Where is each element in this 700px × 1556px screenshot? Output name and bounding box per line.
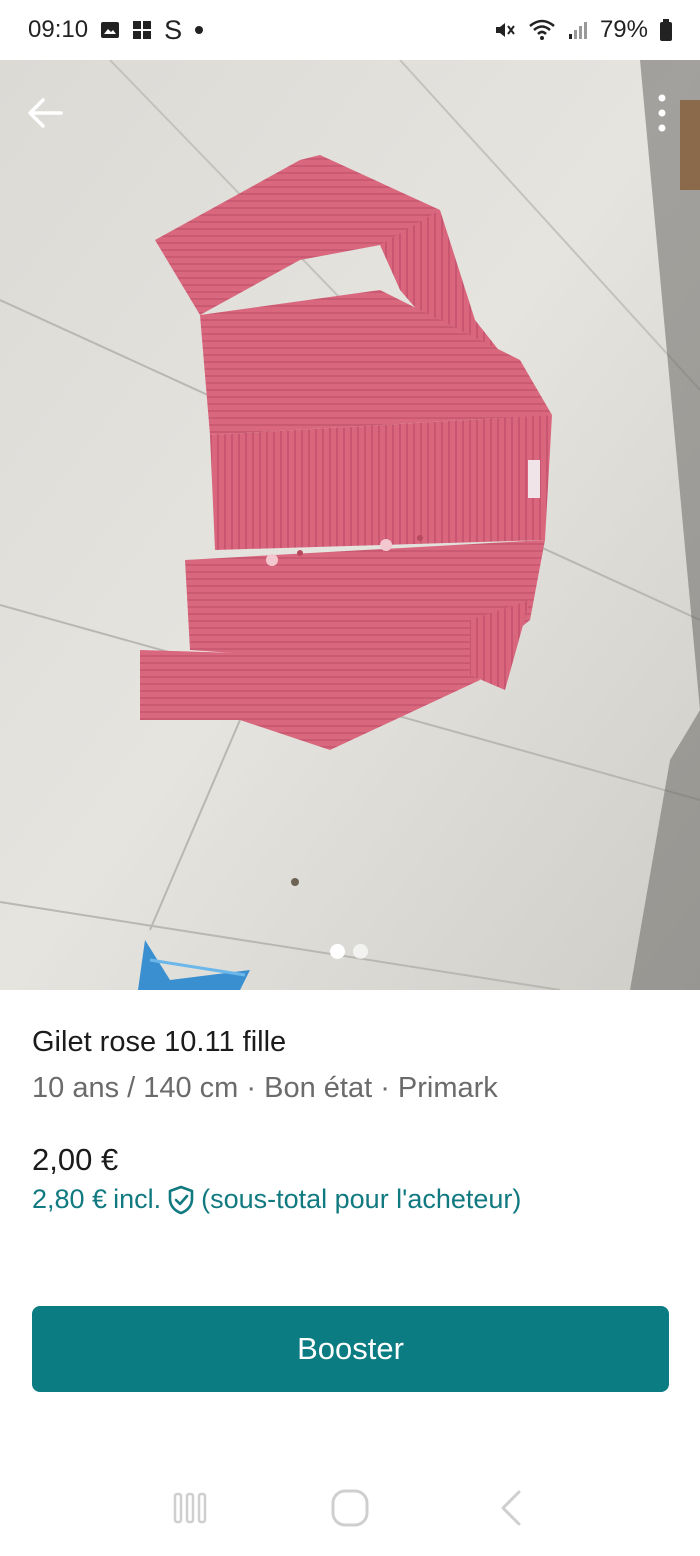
back-button[interactable] xyxy=(22,90,68,136)
battery-percent: 79% xyxy=(599,16,648,43)
carousel-dot-2[interactable] xyxy=(353,944,368,959)
status-right: 79% xyxy=(494,16,672,44)
item-meta: 10 ans / 140 cm · Bon état · Primark xyxy=(32,1072,498,1104)
price-incl-note: (sous-total pour l'acheteur) xyxy=(201,1184,522,1214)
carousel-indicator xyxy=(330,944,368,959)
buyer-protection-price[interactable]: 2,80 € incl. (sous-total pour l'acheteur… xyxy=(32,1184,521,1215)
notification-dot-icon xyxy=(194,25,204,35)
boost-button[interactable]: Booster xyxy=(32,1306,669,1392)
signal-icon xyxy=(568,20,588,40)
recent-apps-icon xyxy=(173,1492,207,1524)
arrow-left-icon xyxy=(28,98,63,128)
battery-icon xyxy=(660,19,672,41)
carousel-dot-1[interactable] xyxy=(330,944,345,959)
back-chevron-icon xyxy=(501,1490,521,1526)
item-price: 2,00 € xyxy=(32,1142,119,1177)
more-vertical-icon xyxy=(658,94,666,132)
item-photo-carousel[interactable] xyxy=(0,60,700,990)
recent-apps-button[interactable] xyxy=(160,1478,220,1538)
system-back-button[interactable] xyxy=(480,1478,540,1538)
home-button[interactable] xyxy=(320,1478,380,1538)
status-time: 09:10 xyxy=(28,16,89,43)
status-left: 09:10 S xyxy=(28,15,204,46)
home-icon xyxy=(331,1489,369,1527)
price-incl-label: incl. xyxy=(113,1184,162,1214)
system-nav-bar xyxy=(0,1460,700,1556)
more-options-button[interactable] xyxy=(652,90,672,136)
grid-app-icon xyxy=(132,20,152,40)
status-bar: 09:10 S 79% xyxy=(0,0,700,60)
carrier-glyph: S xyxy=(164,14,183,45)
mute-icon xyxy=(494,19,516,41)
gallery-icon xyxy=(100,21,120,39)
price-incl-amount: 2,80 € xyxy=(32,1184,108,1214)
item-info: Gilet rose 10.11 fille 10 ans / 140 cm ·… xyxy=(32,1022,672,1108)
shield-check-icon xyxy=(167,1185,195,1215)
item-title: Gilet rose 10.11 fille xyxy=(32,1026,287,1058)
item-photo xyxy=(0,60,700,990)
wifi-icon xyxy=(528,19,556,41)
